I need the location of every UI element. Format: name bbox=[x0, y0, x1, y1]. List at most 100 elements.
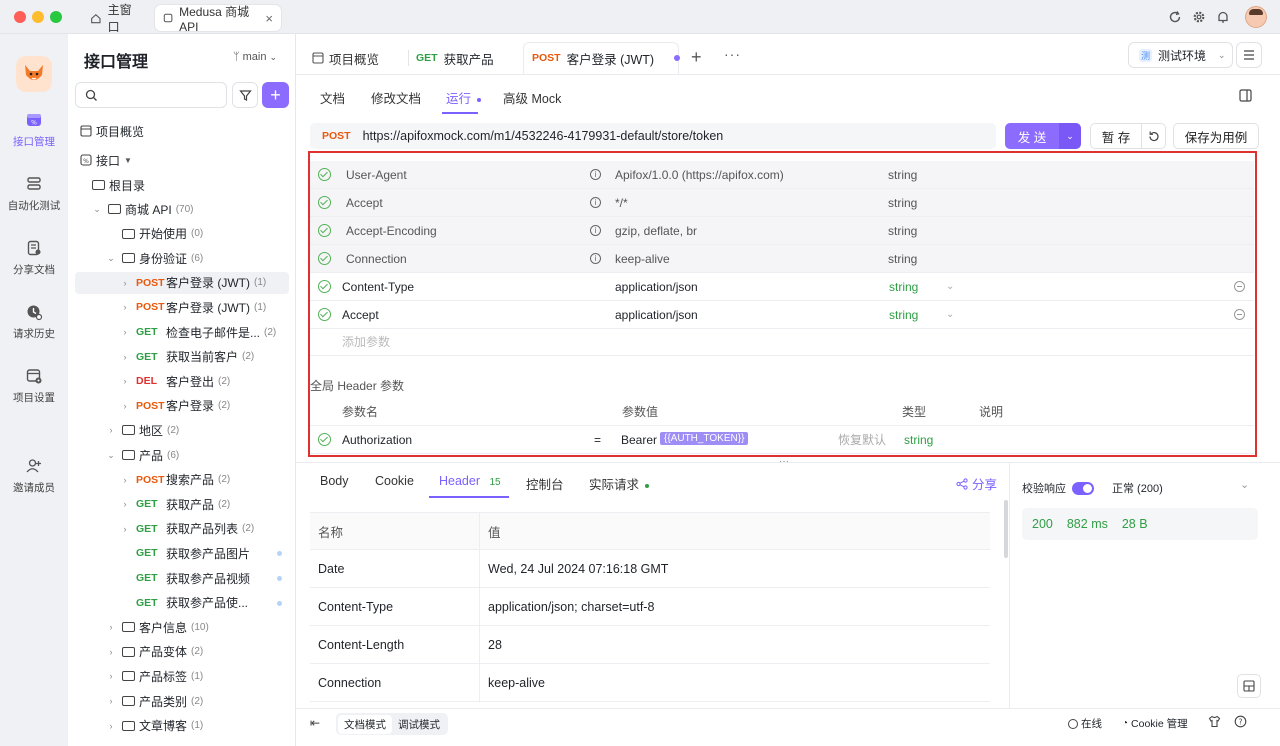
header-name[interactable]: Content-Type bbox=[342, 280, 414, 294]
tree-api-item[interactable]: › GET 获取产品 (2) bbox=[68, 493, 296, 515]
doc-mode-button[interactable]: 文档模式 bbox=[338, 714, 392, 734]
sidebar-item-api-section[interactable]: % 接口 ▼ bbox=[68, 149, 296, 171]
remove-icon[interactable] bbox=[1234, 309, 1245, 320]
subtab-mock[interactable]: 高级 Mock bbox=[503, 88, 561, 107]
tree-folder[interactable]: › 文章博客 (1) bbox=[68, 715, 296, 737]
info-icon[interactable]: i bbox=[590, 253, 601, 264]
chevron-right-icon[interactable]: › bbox=[106, 696, 116, 706]
save-temp-button[interactable]: 暂 存 bbox=[1090, 123, 1142, 149]
shirt-icon[interactable] bbox=[1208, 715, 1221, 731]
check-circle-icon[interactable] bbox=[318, 252, 331, 265]
online-status[interactable]: 在线 bbox=[1068, 716, 1102, 731]
header-type[interactable]: string bbox=[889, 280, 918, 294]
chevron-down-icon[interactable]: ⌄ bbox=[92, 204, 102, 215]
header-type[interactable]: string bbox=[889, 308, 918, 322]
tree-api-item[interactable]: › GET 检查电子邮件是... (2) bbox=[68, 321, 296, 343]
gear-icon[interactable] bbox=[1190, 8, 1208, 26]
search-input[interactable] bbox=[75, 82, 227, 108]
send-options-button[interactable]: ⌄ bbox=[1059, 123, 1081, 149]
restore-button[interactable] bbox=[1141, 123, 1166, 149]
tree-folder[interactable]: › 产品变体 (2) bbox=[68, 641, 296, 663]
tree-api-item[interactable]: › GET 获取产品列表 (2) bbox=[68, 518, 296, 540]
chevron-right-icon[interactable]: › bbox=[120, 499, 130, 509]
filter-button[interactable] bbox=[232, 82, 258, 108]
tree-api-item[interactable]: GET 获取参产品使... bbox=[68, 592, 296, 614]
rail-item-history[interactable]: 请求历史 bbox=[0, 302, 68, 341]
tree-folder[interactable]: ⌄ 商城 API (70) bbox=[68, 198, 296, 220]
save-as-case-button[interactable]: 保存为用例 bbox=[1173, 123, 1259, 149]
resp-tab-console[interactable]: 控制台 bbox=[526, 474, 564, 493]
chevron-right-icon[interactable]: › bbox=[120, 327, 130, 337]
rail-item-api[interactable]: % 接口管理 bbox=[0, 110, 68, 149]
tree-api-item[interactable]: › GET 获取当前客户 (2) bbox=[68, 346, 296, 368]
remove-icon[interactable] bbox=[1234, 281, 1245, 292]
tree-folder[interactable]: › 地区 (2) bbox=[68, 419, 296, 441]
resp-tab-header[interactable]: Header 15 bbox=[439, 474, 501, 488]
resp-tab-body[interactable]: Body bbox=[320, 474, 349, 488]
header-value[interactable]: application/json bbox=[615, 308, 698, 322]
tree-folder[interactable]: › 客户信息 (10) bbox=[68, 616, 296, 638]
validate-toggle[interactable] bbox=[1072, 481, 1094, 495]
chevron-down-icon[interactable]: ⌄ bbox=[106, 450, 116, 461]
subtab-run[interactable]: 运行 bbox=[446, 88, 481, 107]
url-input[interactable]: https://apifoxmock.com/m1/4532246-417993… bbox=[363, 129, 724, 143]
info-icon[interactable]: i bbox=[590, 225, 601, 236]
chevron-right-icon[interactable]: › bbox=[120, 524, 130, 534]
tree-api-item[interactable]: › POST 客户登录 (JWT) (1) bbox=[75, 271, 289, 294]
method-select[interactable]: POST bbox=[322, 130, 351, 142]
url-bar[interactable]: POST https://apifoxmock.com/m1/4532246-4… bbox=[310, 123, 996, 149]
chevron-down-icon[interactable]: ⌄ bbox=[1240, 478, 1249, 491]
chevron-right-icon[interactable]: › bbox=[106, 671, 116, 681]
tree-api-item[interactable]: › DEL 客户登出 (2) bbox=[68, 370, 296, 392]
rail-item-automation[interactable]: 自动化测试 bbox=[0, 174, 68, 213]
tab-get-product[interactable]: GET 获取产品 bbox=[416, 46, 494, 70]
window-close-button[interactable] bbox=[14, 11, 26, 23]
chevron-right-icon[interactable]: › bbox=[106, 721, 116, 731]
subtab-doc[interactable]: 文档 bbox=[320, 88, 345, 107]
chevron-down-icon[interactable]: ⌄ bbox=[106, 253, 116, 264]
window-maximize-button[interactable] bbox=[50, 11, 62, 23]
chevron-right-icon[interactable]: › bbox=[120, 352, 130, 362]
check-circle-icon[interactable] bbox=[318, 196, 331, 209]
tree-api-item[interactable]: GET 获取参产品图片 bbox=[68, 542, 296, 564]
layout-button[interactable] bbox=[1237, 674, 1261, 698]
chevron-down-icon[interactable]: ⌄ bbox=[946, 309, 954, 320]
help-icon[interactable]: ? bbox=[1234, 715, 1247, 731]
tab-post-login[interactable]: POST 客户登录 (JWT) bbox=[532, 46, 681, 70]
rail-item-invite[interactable]: 邀请成员 bbox=[0, 456, 68, 495]
check-circle-icon[interactable] bbox=[318, 168, 331, 181]
tree-api-item[interactable]: › POST 客户登录 (JWT) (1) bbox=[68, 296, 296, 318]
chevron-right-icon[interactable]: › bbox=[106, 647, 116, 657]
sidebar-item-overview[interactable]: 项目概览 bbox=[68, 120, 296, 142]
add-param-row[interactable]: 添加参数 bbox=[310, 328, 1254, 356]
header-name[interactable]: Accept bbox=[342, 308, 379, 322]
check-circle-icon[interactable] bbox=[318, 280, 331, 293]
new-tab-button[interactable]: + bbox=[691, 48, 702, 66]
info-icon[interactable]: i bbox=[590, 197, 601, 208]
subtab-edit[interactable]: 修改文档 bbox=[371, 88, 421, 107]
debug-mode-button[interactable]: 调试模式 bbox=[392, 715, 446, 734]
tree-folder[interactable]: 开始使用 (0) bbox=[68, 223, 296, 245]
send-button[interactable]: 发 送 bbox=[1005, 123, 1059, 149]
tree-folder[interactable]: › 产品标签 (1) bbox=[68, 665, 296, 687]
more-tabs-button[interactable]: ··· bbox=[724, 46, 741, 62]
add-param-placeholder[interactable]: 添加参数 bbox=[342, 333, 390, 350]
tree-folder[interactable]: › 产品类别 (2) bbox=[68, 690, 296, 712]
restore-default-link[interactable]: 恢复默认 bbox=[838, 431, 886, 448]
resp-tab-cookie[interactable]: Cookie bbox=[375, 474, 414, 488]
cookie-manager-button[interactable]: ◔ Cookie 管理 bbox=[1122, 716, 1188, 731]
share-button[interactable]: 分享 bbox=[956, 474, 997, 493]
scrollbar[interactable] bbox=[1004, 500, 1008, 558]
chevron-right-icon[interactable]: › bbox=[120, 302, 130, 312]
add-button[interactable]: + bbox=[262, 82, 289, 108]
collapse-sidebar-icon[interactable]: ⇤ bbox=[310, 716, 320, 730]
chevron-right-icon[interactable]: › bbox=[106, 425, 116, 435]
resp-tab-actual[interactable]: 实际请求 bbox=[589, 474, 649, 493]
chevron-right-icon[interactable]: › bbox=[120, 376, 130, 386]
tree-folder[interactable]: ⌄ 身份验证 (6) bbox=[68, 247, 296, 269]
environment-selector[interactable]: 测 测试环境 ⌄ bbox=[1128, 42, 1233, 68]
chevron-right-icon[interactable]: › bbox=[120, 278, 130, 288]
tree-api-item[interactable]: › POST 客户登录 (2) bbox=[68, 395, 296, 417]
tree-folder[interactable]: ⌄ 产品 (6) bbox=[68, 444, 296, 466]
check-circle-icon[interactable] bbox=[318, 308, 331, 321]
